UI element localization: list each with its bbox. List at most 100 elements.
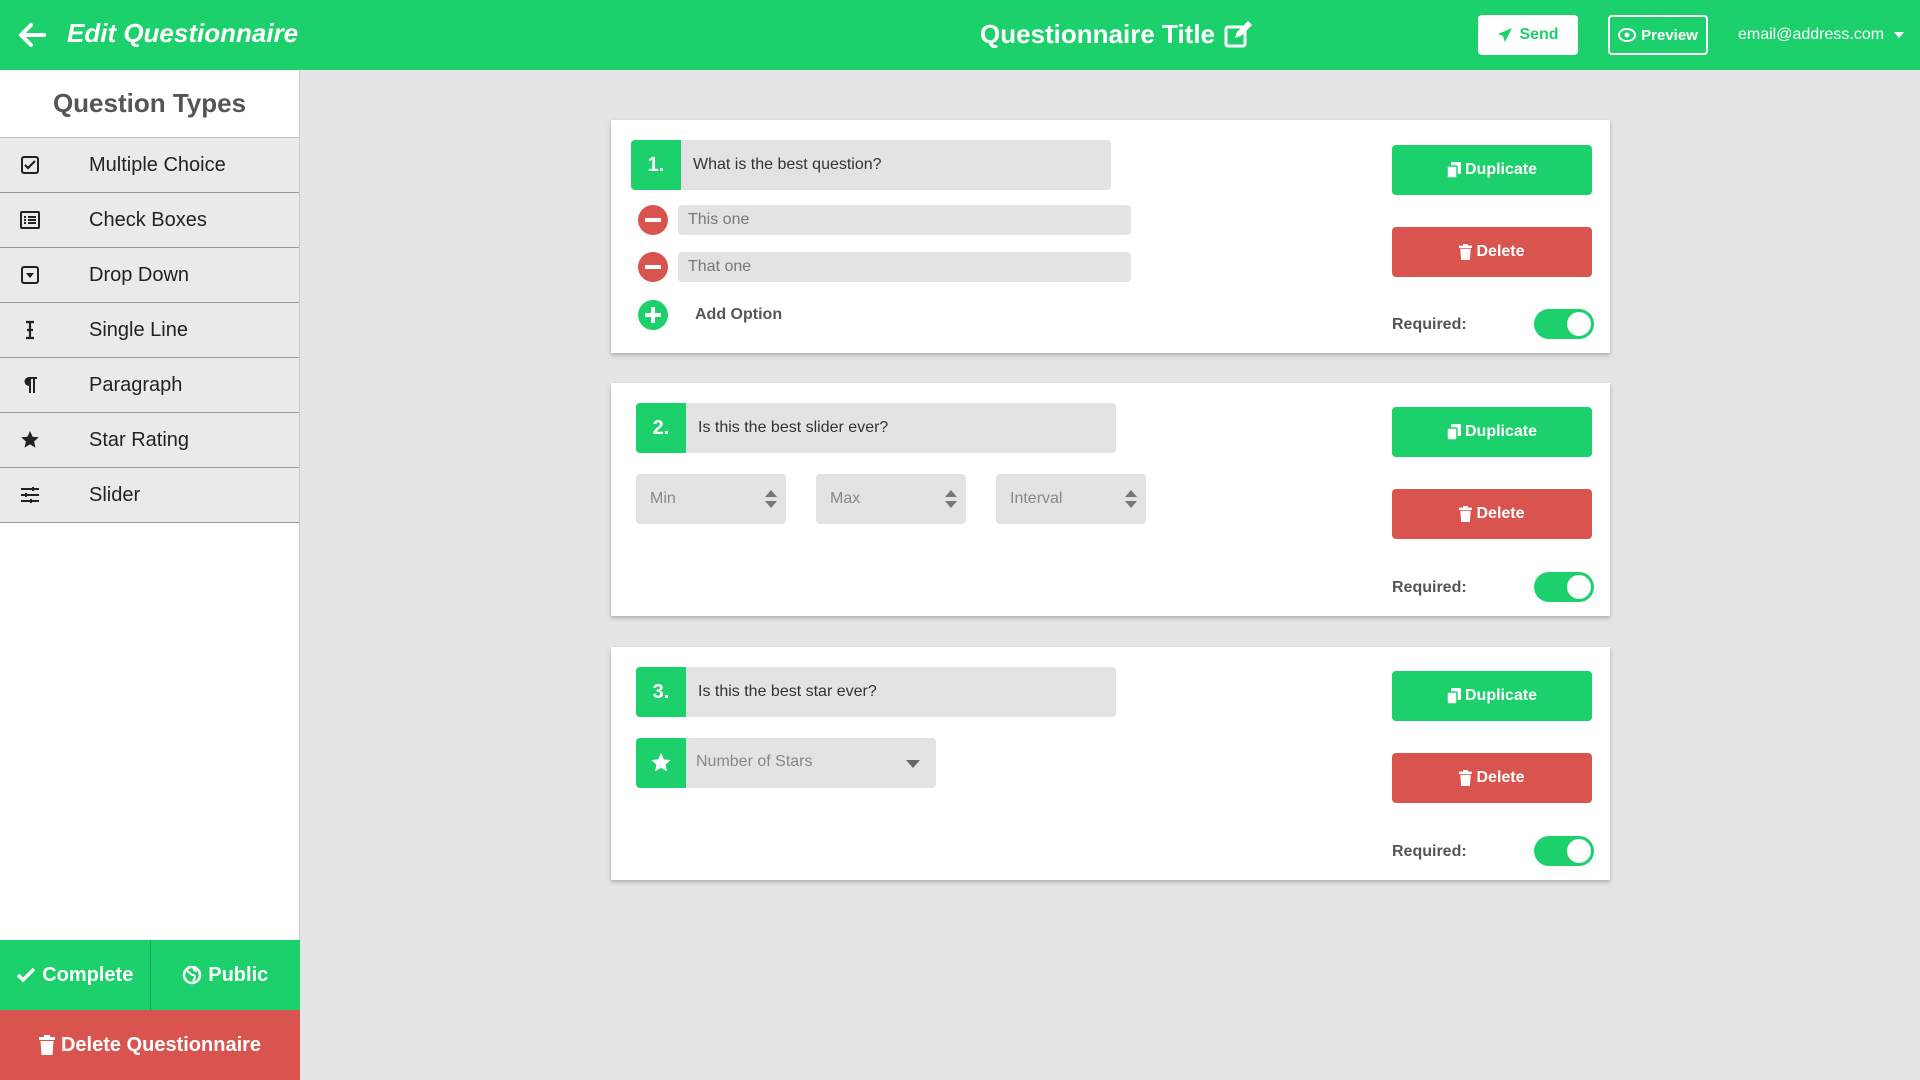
star-icon — [636, 738, 686, 788]
send-label: Send — [1519, 26, 1559, 43]
sidebar-item-drop-down[interactable]: Drop Down — [0, 248, 299, 303]
questionnaire-title[interactable]: Questionnaire Title — [980, 19, 1253, 50]
check-icon — [16, 967, 36, 983]
copy-icon — [1446, 162, 1461, 178]
duplicate-label: Duplicate — [1464, 687, 1537, 704]
toggle-knob — [1567, 575, 1591, 599]
toggle-knob — [1567, 312, 1591, 336]
sidebar-item-check-boxes[interactable]: Check Boxes — [0, 193, 299, 248]
sidebar-item-label: Multiple Choice — [89, 153, 226, 176]
complete-button[interactable]: Complete — [0, 940, 151, 1010]
checkbox-icon — [0, 155, 60, 175]
spinner-icon[interactable] — [1124, 489, 1138, 509]
question-card-2: 2. Is this the best slider ever? Min Max… — [611, 383, 1610, 616]
sidebar-item-label: Paragraph — [89, 373, 183, 396]
complete-label: Complete — [42, 963, 134, 986]
preview-label: Preview — [1641, 26, 1698, 44]
sidebar-item-star-rating[interactable]: Star Rating — [0, 413, 299, 468]
option-input[interactable]: That one — [678, 252, 1131, 282]
delete-questionnaire-label: Delete Questionnaire — [60, 1033, 262, 1056]
trash-icon — [1459, 244, 1473, 260]
question-number: 2. — [636, 403, 686, 453]
delete-label: Delete — [1476, 769, 1525, 786]
question-number: 3. — [636, 667, 686, 717]
delete-button[interactable]: Delete — [1392, 489, 1592, 539]
trash-icon — [1459, 506, 1473, 522]
spinner-icon[interactable] — [764, 489, 778, 509]
trash-icon — [38, 1035, 55, 1055]
duplicate-label: Duplicate — [1464, 161, 1537, 178]
min-input[interactable]: Min — [636, 474, 786, 524]
question-text-input[interactable]: What is the best question? — [681, 140, 1111, 190]
sidebar-item-single-line[interactable]: Single Line — [0, 303, 299, 358]
remove-option-icon[interactable] — [638, 205, 668, 235]
stars-placeholder: Number of Stars — [696, 753, 813, 770]
copy-icon — [1446, 688, 1461, 704]
question-number: 1. — [631, 140, 681, 190]
interval-input[interactable]: Interval — [996, 474, 1146, 524]
caret-down-icon — [1894, 32, 1905, 38]
eye-icon — [1618, 28, 1637, 42]
max-input[interactable]: Max — [816, 474, 966, 524]
globe-icon — [182, 965, 202, 985]
sidebar-item-paragraph[interactable]: Paragraph — [0, 358, 299, 413]
number-of-stars-select[interactable]: Number of Stars — [636, 738, 936, 788]
required-label: Required: — [1392, 579, 1467, 596]
required-toggle[interactable] — [1534, 572, 1594, 602]
sidebar-item-multiple-choice[interactable]: Multiple Choice — [0, 138, 299, 193]
delete-button[interactable]: Delete — [1392, 227, 1592, 277]
sidebar-item-slider[interactable]: Slider — [0, 468, 299, 523]
duplicate-button[interactable]: Duplicate — [1392, 145, 1592, 195]
delete-label: Delete — [1476, 505, 1525, 522]
toggle-knob — [1567, 839, 1591, 863]
delete-label: Delete — [1476, 243, 1525, 260]
option-input[interactable]: This one — [678, 205, 1131, 235]
question-card-1: 1. What is the best question? This one T… — [611, 120, 1610, 353]
user-menu[interactable]: email@address.com — [1738, 26, 1905, 44]
max-placeholder: Max — [830, 490, 861, 507]
required-label: Required: — [1392, 316, 1467, 333]
duplicate-label: Duplicate — [1464, 423, 1537, 440]
delete-button[interactable]: Delete — [1392, 753, 1592, 803]
add-option-icon[interactable] — [638, 300, 668, 330]
edit-icon[interactable] — [1223, 20, 1253, 50]
required-toggle[interactable] — [1534, 836, 1594, 866]
add-option-label[interactable]: Add Option — [695, 306, 782, 324]
interval-placeholder: Interval — [1010, 490, 1063, 507]
required-toggle[interactable] — [1534, 309, 1594, 339]
paper-plane-icon — [1498, 28, 1513, 42]
sidebar-item-label: Single Line — [89, 318, 188, 341]
question-text-input[interactable]: Is this the best slider ever? — [686, 403, 1116, 453]
question-card-3: 3. Is this the best star ever? Number of… — [611, 647, 1610, 880]
sidebar: Question Types Multiple Choice Check Box… — [0, 70, 300, 1080]
sidebar-actions: Complete Public Delete Questionnaire — [0, 940, 300, 1080]
back-arrow-icon[interactable] — [14, 17, 50, 53]
app-title: Edit Questionnaire — [67, 18, 299, 48]
send-button[interactable]: Send — [1478, 15, 1578, 55]
public-button[interactable]: Public — [150, 940, 300, 1010]
copy-icon — [1446, 424, 1461, 440]
public-label: Public — [208, 963, 269, 986]
sliders-icon — [0, 485, 60, 505]
duplicate-button[interactable]: Duplicate — [1392, 671, 1592, 721]
questionnaire-title-text: Questionnaire Title — [980, 19, 1216, 49]
min-placeholder: Min — [650, 490, 676, 507]
trash-icon — [1459, 770, 1473, 786]
sidebar-item-label: Slider — [89, 483, 141, 506]
sidebar-title: Question Types — [0, 70, 299, 138]
delete-questionnaire-button[interactable]: Delete Questionnaire — [0, 1010, 300, 1080]
caret-down-icon — [906, 760, 920, 768]
question-text-input[interactable]: Is this the best star ever? — [686, 667, 1116, 717]
spinner-icon[interactable] — [944, 489, 958, 509]
list-icon — [0, 210, 60, 230]
sidebar-item-label: Drop Down — [89, 263, 190, 286]
preview-button[interactable]: Preview — [1608, 15, 1708, 55]
required-label: Required: — [1392, 843, 1467, 860]
text-cursor-icon — [0, 320, 60, 340]
sidebar-item-label: Check Boxes — [89, 208, 207, 231]
duplicate-button[interactable]: Duplicate — [1392, 407, 1592, 457]
sidebar-item-label: Star Rating — [89, 428, 190, 451]
user-email: email@address.com — [1738, 26, 1885, 43]
dropdown-icon — [0, 265, 60, 285]
remove-option-icon[interactable] — [638, 252, 668, 282]
